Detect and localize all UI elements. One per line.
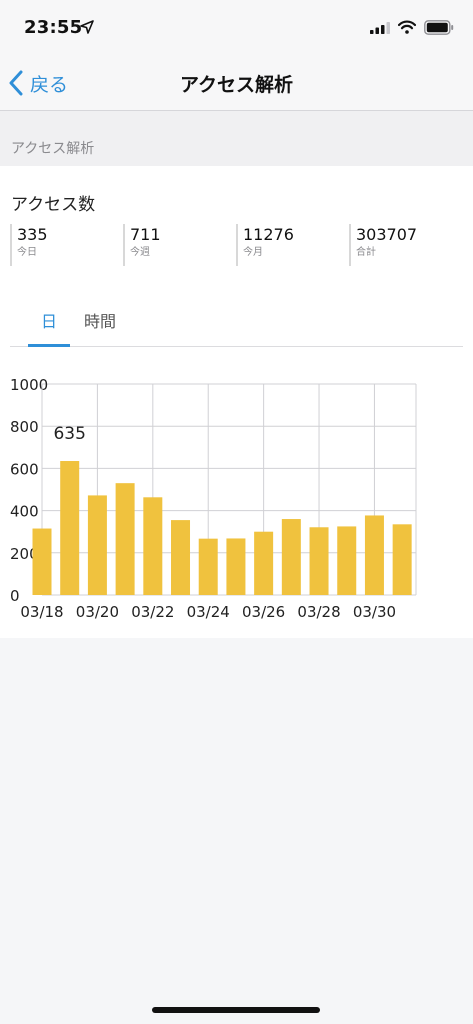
- bar-03/22: [143, 497, 163, 595]
- x-tick-label: 03/24: [187, 603, 230, 621]
- battery-icon: [424, 20, 454, 35]
- bar-03/23: [171, 520, 191, 595]
- home-indicator: [152, 1007, 320, 1013]
- stat-today: 335 今日: [10, 224, 48, 266]
- x-tick-label: 03/20: [76, 603, 119, 621]
- bar-03/18: [32, 528, 52, 595]
- bar-03/30: [364, 515, 384, 595]
- x-tick-label: 03/28: [297, 603, 340, 621]
- stat-label: 今日: [17, 247, 37, 258]
- bar-03/29: [337, 526, 357, 595]
- page-title: アクセス解析: [179, 74, 294, 96]
- stat-label: 今月: [243, 247, 263, 258]
- stat-value: 11276: [243, 225, 294, 244]
- status-time: 23:55: [24, 17, 83, 38]
- stat-total: 303707 合計: [349, 224, 417, 266]
- tab-bar: 日 時間: [10, 302, 463, 347]
- y-tick-label: 0: [10, 587, 20, 605]
- bar-03/31: [392, 524, 412, 595]
- bar-03/21: [115, 483, 135, 595]
- bar-03/20: [87, 495, 107, 595]
- tab-day[interactable]: 日: [28, 308, 70, 332]
- bar-03/24: [198, 538, 218, 595]
- x-tick-label: 03/22: [131, 603, 174, 621]
- stat-value: 335: [17, 225, 48, 244]
- section-header: アクセス解析: [0, 111, 473, 166]
- bar-03/19: [60, 461, 80, 595]
- x-tick-label: 03/30: [353, 603, 396, 621]
- section-header-label: アクセス解析: [11, 141, 95, 157]
- bar-03/26: [254, 531, 274, 595]
- location-arrow-icon: [80, 20, 94, 34]
- y-tick-label: 400: [10, 503, 39, 521]
- stat-value: 303707: [356, 225, 418, 244]
- active-tab-indicator: [28, 344, 70, 347]
- y-tick-label: 800: [10, 418, 39, 436]
- y-tick-label: 600: [10, 460, 39, 478]
- cellular-signal-icon: [370, 22, 390, 34]
- bar-03/25: [226, 538, 246, 595]
- navigation-bar: 戻る アクセス解析: [0, 56, 473, 111]
- stat-label: 合計: [356, 247, 376, 258]
- x-tick-label: 03/18: [20, 603, 63, 621]
- stat-value: 711: [130, 225, 161, 244]
- access-bar-chart: 0200400600800100003/18 03/20 03/22 03/24 03/…: [10, 376, 417, 621]
- data-label: 635: [53, 424, 85, 444]
- stat-week: 711 今週: [123, 224, 161, 266]
- wifi-icon: [398, 20, 416, 34]
- stat-month: 11276 今月: [236, 224, 294, 266]
- access-count-title: アクセス数: [11, 195, 96, 215]
- stats-row: 335 今日 711 今週 11276 今月 303707 合計: [10, 224, 463, 268]
- stat-label: 今週: [130, 247, 150, 258]
- tab-hour[interactable]: 時間: [82, 308, 118, 332]
- bar-03/28: [309, 527, 329, 595]
- bar-03/27: [281, 519, 301, 595]
- status-bar: 23:55: [0, 0, 473, 56]
- x-tick-label: 03/26: [242, 603, 285, 621]
